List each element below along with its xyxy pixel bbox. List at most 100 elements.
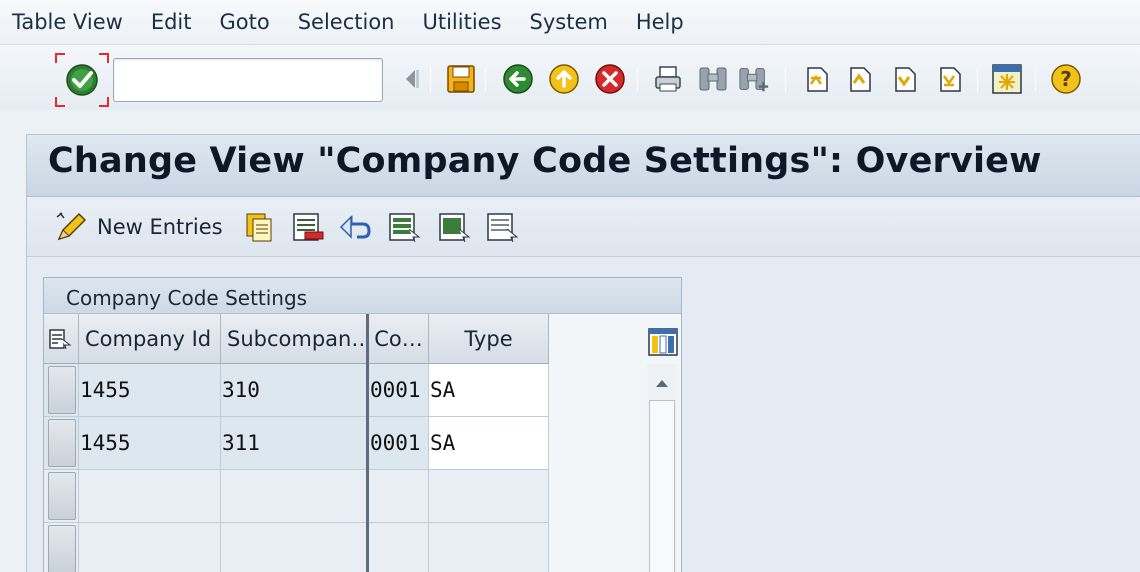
copy-as-button[interactable] [243, 209, 275, 245]
table-cell-co[interactable] [369, 523, 429, 572]
next-page-icon [895, 67, 916, 92]
find-next-icon [739, 68, 769, 92]
print-button[interactable] [652, 63, 684, 95]
exit-button[interactable] [548, 63, 580, 95]
select-all-button[interactable] [387, 209, 421, 245]
svg-text:?: ? [1060, 67, 1072, 91]
row-selector-menu-icon [49, 328, 72, 349]
customize-layout-icon [992, 64, 1022, 94]
fixed-column-divider [366, 314, 369, 572]
table-cell-company-id[interactable] [79, 523, 221, 572]
copy-icon [246, 213, 272, 242]
menu-edit[interactable]: Edit [137, 0, 206, 44]
table-cell-company-id: 1455 [79, 364, 221, 417]
exit-icon [549, 64, 579, 94]
help-button[interactable]: ? [1050, 63, 1082, 95]
standard-toolbar: ? [0, 44, 1140, 110]
find-button[interactable] [697, 63, 729, 95]
last-page-icon [940, 67, 961, 92]
select-all-icon [389, 213, 421, 243]
help-icon: ? [1051, 64, 1081, 94]
table-title-bar: Company Code Settings [44, 278, 681, 314]
find-icon [699, 67, 727, 91]
menu-table-view[interactable]: Table View [0, 0, 137, 44]
menu-selection[interactable]: Selection [284, 0, 409, 44]
table-cell-co[interactable] [369, 470, 429, 523]
save-button[interactable] [445, 63, 477, 95]
table-cell-type[interactable] [429, 523, 549, 572]
row-selector-cell [44, 364, 79, 417]
menu-bar: Table View Edit Goto Selection Utilities… [0, 0, 1140, 44]
cancel-button[interactable] [594, 63, 626, 95]
menu-goto[interactable]: Goto [206, 0, 284, 44]
delete-row-icon [293, 213, 324, 241]
enter-icon [66, 64, 98, 96]
column-header-company-id[interactable]: Company Id [79, 314, 221, 364]
row-selector-cell [44, 523, 79, 572]
previous-page-button[interactable] [843, 63, 875, 95]
screen-title-bar: Change View "Company Code Settings": Ove… [27, 135, 1140, 197]
next-page-button[interactable] [888, 63, 920, 95]
first-page-button[interactable] [800, 63, 832, 95]
scroll-up-arrow-icon [656, 380, 668, 387]
pencil-new-icon [56, 212, 87, 241]
menu-help[interactable]: Help [622, 0, 698, 44]
scroll-up-button[interactable] [648, 370, 676, 396]
company-code-settings-table: Company Code Settings Company Id Subcomp… [43, 277, 682, 572]
row-selector[interactable] [48, 472, 76, 520]
table-cell-subcompany[interactable] [221, 523, 368, 572]
command-expand-icon [406, 70, 419, 88]
back-icon [503, 64, 533, 94]
table-cell-subcompany: 310 [221, 364, 368, 417]
new-entries-button[interactable]: New Entries [55, 209, 223, 245]
table-settings-button[interactable] [647, 326, 679, 358]
command-expand-button[interactable] [395, 63, 427, 95]
table-cell-company-id: 1455 [79, 417, 221, 470]
last-page-button[interactable] [933, 63, 965, 95]
vertical-scrollbar[interactable] [647, 364, 677, 572]
table-title: Company Code Settings [66, 286, 308, 310]
delete-button[interactable] [291, 209, 325, 245]
table-cell-type[interactable]: SA [429, 364, 549, 417]
column-header-type[interactable]: Type [429, 314, 549, 364]
column-settings-icon [648, 328, 678, 356]
main-panel: Change View "Company Code Settings": Ove… [26, 134, 1140, 572]
customize-layout-button[interactable] [991, 63, 1023, 95]
row-selector[interactable] [48, 525, 76, 572]
table-cell-company-id[interactable] [79, 470, 221, 523]
back-button[interactable] [502, 63, 534, 95]
row-selector[interactable] [48, 419, 76, 467]
select-block-icon [439, 213, 471, 243]
row-selector-cell [44, 470, 79, 523]
row-selector-cell [44, 417, 79, 470]
application-toolbar: New Entries [27, 197, 1140, 257]
menu-utilities[interactable]: Utilities [408, 0, 515, 44]
column-header-co[interactable]: Co… [369, 314, 429, 364]
table-cell-co: 0001 [369, 364, 429, 417]
select-block-button[interactable] [437, 209, 471, 245]
cancel-icon [595, 64, 625, 94]
column-header-subcompany[interactable]: Subcompan… [221, 314, 368, 364]
command-field[interactable] [113, 58, 383, 102]
page-title: Change View "Company Code Settings": Ove… [48, 141, 1042, 181]
undo-icon [339, 215, 371, 239]
row-selector[interactable] [48, 366, 76, 414]
enter-button[interactable] [55, 53, 109, 107]
table-cell-subcompany[interactable] [221, 470, 368, 523]
table-cell-subcompany: 311 [221, 417, 368, 470]
find-next-button[interactable] [738, 63, 770, 95]
select-all-rows-button[interactable] [44, 314, 79, 364]
save-icon [447, 65, 475, 93]
table-cell-co: 0001 [369, 417, 429, 470]
scroll-track[interactable] [649, 400, 675, 572]
deselect-all-button[interactable] [485, 209, 519, 245]
new-entries-label: New Entries [97, 215, 223, 239]
menu-system[interactable]: System [516, 0, 622, 44]
deselect-all-icon [487, 213, 519, 243]
previous-page-icon [850, 67, 871, 92]
table-cell-type[interactable] [429, 470, 549, 523]
print-icon [655, 66, 681, 92]
undo-change-button[interactable] [337, 209, 373, 245]
first-page-icon [807, 67, 828, 92]
table-cell-type[interactable]: SA [429, 417, 549, 470]
